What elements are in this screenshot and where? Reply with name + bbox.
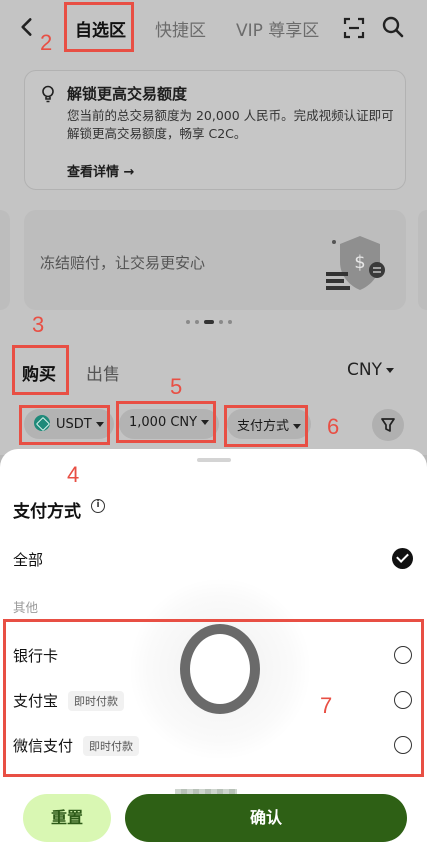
reset-button[interactable]: 重置 — [23, 794, 111, 842]
annotation-number: 7 — [320, 693, 333, 718]
drag-handle[interactable] — [197, 458, 231, 462]
annotation-box-buy — [12, 345, 69, 395]
annotation-number: 6 — [327, 414, 340, 439]
option-all-label: 全部 — [13, 551, 44, 569]
carousel-dot[interactable] — [219, 320, 223, 324]
back-arrow-icon[interactable] — [14, 14, 40, 40]
annotation-box-coin — [19, 405, 110, 445]
banner-next-slide — [418, 210, 427, 310]
search-icon[interactable] — [381, 15, 405, 39]
carousel-dot[interactable] — [195, 320, 199, 324]
tab-vip[interactable]: VIP 尊享区 — [236, 16, 319, 41]
banner-text: 冻结赔付，让交易更安心 — [40, 254, 206, 272]
carousel-dot[interactable] — [186, 320, 190, 324]
annotation-box-payment — [224, 405, 308, 447]
checked-circle-icon[interactable] — [392, 548, 413, 569]
carousel-dot[interactable] — [228, 320, 232, 324]
view-details-link[interactable]: 查看详情 → — [67, 161, 134, 180]
notice-body: 您当前的总交易额度为 20,000 人民币。完成视频认证即可解锁更高交易额度，畅… — [67, 108, 394, 141]
tab-quick[interactable]: 快捷区 — [155, 16, 206, 41]
filter-funnel-button[interactable] — [372, 409, 404, 441]
info-icon[interactable]: i — [91, 499, 105, 513]
confirm-button[interactable]: 确认 — [125, 794, 407, 842]
annotation-number: 4 — [67, 462, 80, 487]
promo-banner[interactable]: 冻结赔付，让交易更安心 $ — [24, 210, 406, 310]
sheet-title: 支付方式 — [13, 502, 81, 522]
notice-title: 解锁更高交易额度 — [67, 85, 188, 103]
banner-prev-slide — [0, 210, 10, 310]
annotation-box-options — [3, 619, 424, 777]
tab-sell[interactable]: 出售 — [86, 360, 120, 385]
annotation-number: 2 — [40, 30, 53, 55]
funnel-icon — [381, 418, 395, 432]
payment-method-sheet: 支付方式 i 全部 其他 银行卡 支付宝 即时付款 微信支付 即时付款 7 重置… — [0, 449, 427, 845]
scan-icon[interactable] — [342, 16, 366, 40]
currency-label: CNY — [347, 360, 382, 380]
caret-down-icon — [385, 367, 394, 373]
svg-text:$: $ — [354, 252, 365, 273]
lightbulb-icon — [42, 85, 54, 103]
option-all[interactable]: 全部 — [0, 539, 427, 579]
currency-selector[interactable]: CNY — [347, 360, 394, 380]
group-label-other: 其他 — [13, 600, 39, 615]
carousel-dot-active[interactable] — [204, 320, 214, 324]
annotation-box-amount — [116, 401, 216, 443]
shield-dollar-icon: $ — [326, 236, 385, 290]
annotation-box-favorites — [64, 2, 134, 52]
annotation-number: 3 — [32, 312, 45, 337]
limit-notice-card: 解锁更高交易额度 您当前的总交易额度为 20,000 人民币。完成视频认证即可解… — [24, 70, 406, 190]
annotation-number: 5 — [170, 374, 183, 399]
